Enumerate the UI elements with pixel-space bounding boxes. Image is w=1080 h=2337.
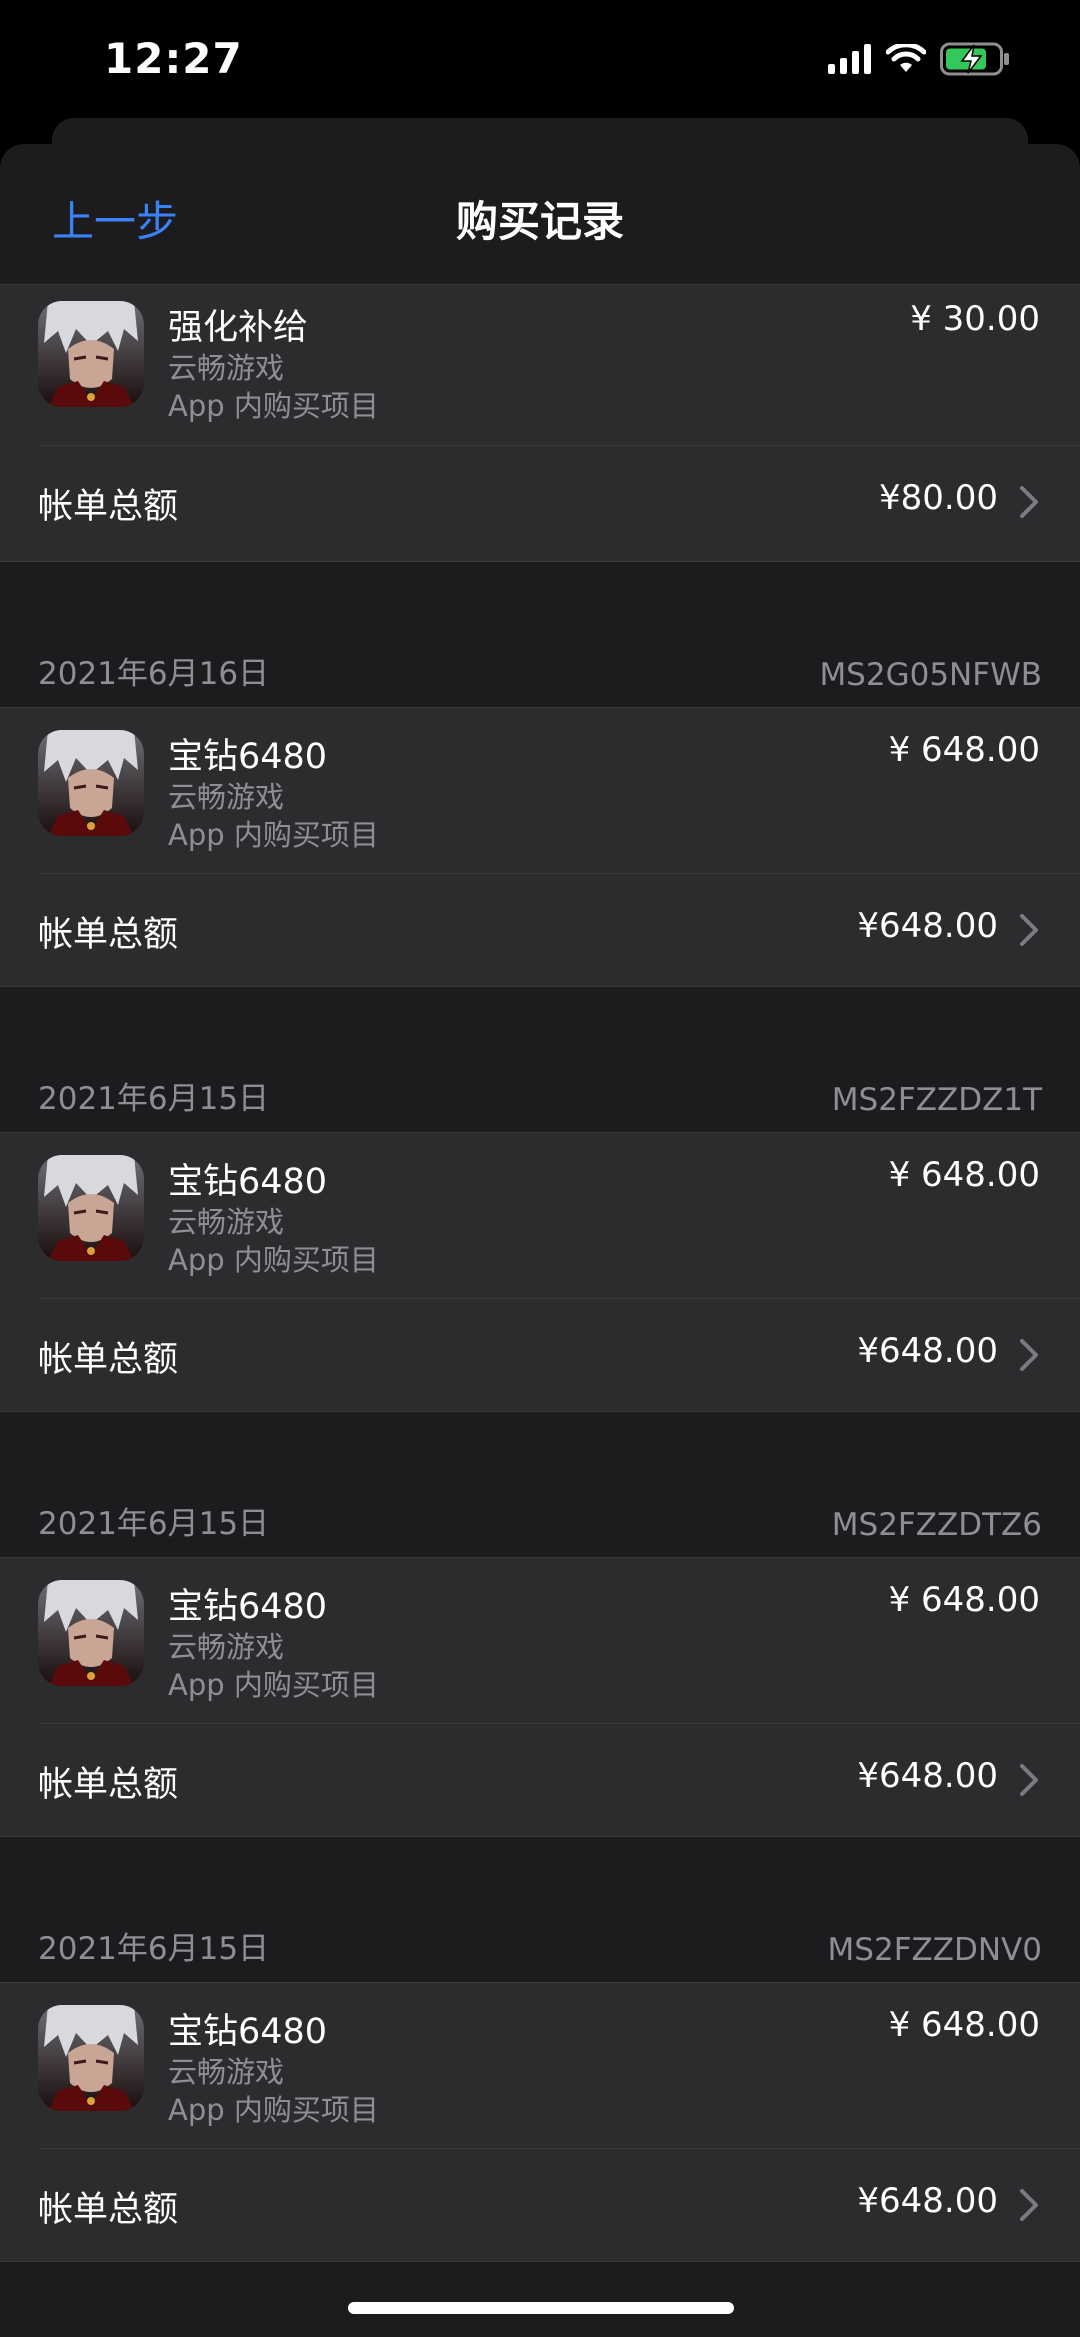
bill-total-row[interactable]: 帐单总额 ¥80.00: [0, 446, 1080, 561]
status-icons: [828, 42, 1010, 76]
purchase-item[interactable]: 强化补给 云畅游戏 App 内购买项目 ¥ 30.00: [0, 285, 1080, 445]
purchase-group: 宝钻6480 云畅游戏 App 内购买项目 ¥ 648.00 帐单总额 ¥648…: [0, 707, 1080, 987]
section-header: 2021年6月15日 MS2FZZDZ1T: [0, 987, 1080, 1132]
order-id: MS2G05NFWB: [819, 657, 1042, 693]
chevron-right-icon: [1020, 914, 1038, 946]
item-developer: 云畅游戏: [168, 1205, 285, 1239]
bill-total-label: 帐单总额: [38, 1340, 179, 1380]
chevron-right-icon: [1020, 2189, 1038, 2221]
item-developer: 云畅游戏: [168, 351, 285, 385]
status-bar: 12:27: [0, 0, 1080, 120]
purchase-date: 2021年6月16日: [38, 656, 270, 692]
app-icon: [38, 730, 144, 836]
purchase-date: 2021年6月15日: [38, 1506, 270, 1542]
item-price: ¥ 648.00: [888, 730, 1040, 770]
purchase-item[interactable]: 宝钻6480 云畅游戏 App 内购买项目 ¥ 648.00: [0, 708, 1080, 873]
item-type: App 内购买项目: [168, 818, 379, 852]
order-id: MS2FZZDNV0: [827, 1932, 1042, 1968]
bill-total-label: 帐单总额: [38, 487, 179, 527]
item-price: ¥ 648.00: [888, 1155, 1040, 1195]
purchase-group: 强化补给 云畅游戏 App 内购买项目 ¥ 30.00 帐单总额 ¥80.00: [0, 285, 1080, 562]
bill-total-amount: ¥648.00: [857, 906, 998, 946]
item-developer: 云畅游戏: [168, 1630, 285, 1664]
chevron-right-icon: [1020, 486, 1038, 518]
purchase-date: 2021年6月15日: [38, 1931, 270, 1967]
item-name: 宝钻6480: [168, 737, 328, 777]
navigation-bar: 上一步 购买记录: [0, 144, 1080, 285]
purchase-item[interactable]: 宝钻6480 云畅游戏 App 内购买项目 ¥ 648.00: [0, 1133, 1080, 1298]
app-icon: [38, 1155, 144, 1261]
item-price: ¥ 30.00: [910, 299, 1040, 339]
section-header: 2021年6月15日 MS2FZZDNV0: [0, 1837, 1080, 1982]
bill-total-label: 帐单总额: [38, 2190, 179, 2230]
purchase-history-sheet: 上一步 购买记录 强化补给 云畅游戏 App 内购买项目 ¥ 30.00 帐单总…: [0, 144, 1080, 2337]
app-icon: [38, 301, 144, 407]
item-developer: 云畅游戏: [168, 780, 285, 814]
status-time: 12:27: [104, 34, 243, 83]
app-icon: [38, 2005, 144, 2111]
bill-total-amount: ¥648.00: [857, 1756, 998, 1796]
bill-total-amount: ¥80.00: [879, 478, 998, 518]
purchase-item[interactable]: 宝钻6480 云畅游戏 App 内购买项目 ¥ 648.00: [0, 1558, 1080, 1723]
bill-total-label: 帐单总额: [38, 915, 179, 955]
purchase-item[interactable]: 宝钻6480 云畅游戏 App 内购买项目 ¥ 648.00: [0, 1983, 1080, 2148]
item-type: App 内购买项目: [168, 2093, 379, 2127]
bill-total-label: 帐单总额: [38, 1765, 179, 1805]
signal-icon: [828, 44, 871, 74]
purchase-group: 宝钻6480 云畅游戏 App 内购买项目 ¥ 648.00 帐单总额 ¥648…: [0, 1982, 1080, 2262]
item-type: App 内购买项目: [168, 1243, 379, 1277]
order-id: MS2FZZDTZ6: [831, 1507, 1042, 1543]
item-name: 强化补给: [168, 308, 309, 348]
section-header: 2021年6月15日 MS2FZZDTZ6: [0, 1412, 1080, 1557]
order-id: MS2FZZDZ1T: [831, 1082, 1042, 1118]
bill-total-row[interactable]: 帐单总额 ¥648.00: [0, 874, 1080, 986]
purchase-group: 宝钻6480 云畅游戏 App 内购买项目 ¥ 648.00 帐单总额 ¥648…: [0, 1557, 1080, 1837]
bill-total-row[interactable]: 帐单总额 ¥648.00: [0, 1724, 1080, 1836]
section-header: 2021年6月16日 MS2G05NFWB: [0, 562, 1080, 707]
item-price: ¥ 648.00: [888, 1580, 1040, 1620]
item-name: 宝钻6480: [168, 2012, 328, 2052]
bill-total-amount: ¥648.00: [857, 1331, 998, 1371]
home-indicator[interactable]: [348, 2302, 734, 2314]
app-icon: [38, 1580, 144, 1686]
page-title: 购买记录: [455, 197, 624, 246]
purchase-date: 2021年6月15日: [38, 1081, 270, 1117]
battery-charging-icon: [940, 42, 1009, 76]
bill-total-amount: ¥648.00: [857, 2181, 998, 2221]
item-type: App 内购买项目: [168, 389, 379, 423]
item-name: 宝钻6480: [168, 1162, 328, 1202]
item-developer: 云畅游戏: [168, 2055, 285, 2089]
wifi-icon: [886, 44, 926, 72]
bill-total-row[interactable]: 帐单总额 ¥648.00: [0, 2149, 1080, 2261]
purchase-group: 宝钻6480 云畅游戏 App 内购买项目 ¥ 648.00 帐单总额 ¥648…: [0, 1132, 1080, 1412]
chevron-right-icon: [1020, 1339, 1038, 1371]
chevron-right-icon: [1020, 1764, 1038, 1796]
item-type: App 内购买项目: [168, 1668, 379, 1702]
item-price: ¥ 648.00: [888, 2005, 1040, 2045]
item-name: 宝钻6480: [168, 1587, 328, 1627]
bill-total-row[interactable]: 帐单总额 ¥648.00: [0, 1299, 1080, 1411]
